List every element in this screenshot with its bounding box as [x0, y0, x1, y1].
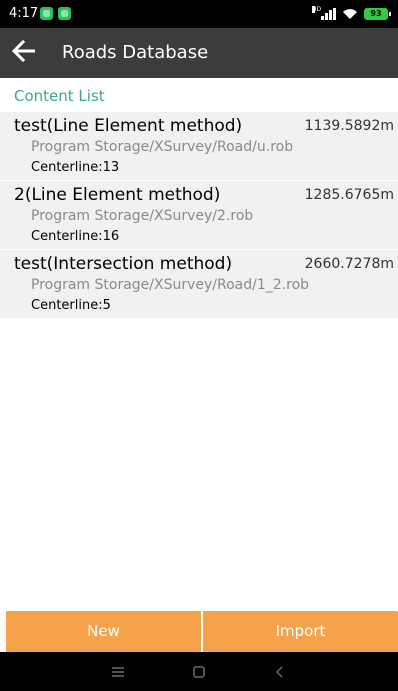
- status-bar: 4:17 HD 93: [0, 0, 398, 28]
- app-header: Roads Database: [0, 28, 398, 78]
- roads-database-screen: 4:17 HD 93 Roads Database Content List t…: [0, 0, 398, 691]
- road-length: 2660.7278m: [304, 256, 394, 272]
- road-list-item[interactable]: test(Intersection method) 2660.7278m Pro…: [0, 250, 398, 319]
- road-centerline-count: Centerline:16: [31, 229, 120, 244]
- road-list: test(Line Element method) 1139.5892m Pro…: [0, 112, 398, 319]
- road-length: 1139.5892m: [304, 118, 394, 134]
- status-indicators: HD 93: [312, 6, 391, 22]
- action-bar: New Import: [6, 611, 398, 652]
- signal-hd-label: HD: [312, 6, 322, 13]
- battery-icon: 93: [364, 8, 391, 20]
- road-centerline-count: Centerline:5: [31, 298, 111, 313]
- status-time: 4:17: [9, 6, 39, 21]
- wifi-icon: [342, 8, 358, 20]
- arrow-left-icon: [11, 39, 37, 66]
- app-notification-icon: [40, 7, 53, 20]
- page-title: Roads Database: [62, 42, 209, 63]
- road-length: 1285.6765m: [304, 187, 394, 203]
- road-list-item[interactable]: 2(Line Element method) 1285.6765m Progra…: [0, 181, 398, 250]
- road-file-path: Program Storage/XSurvey/Road/1_2.rob: [31, 277, 310, 293]
- road-name: test(Intersection method): [14, 254, 233, 274]
- import-button[interactable]: Import: [203, 611, 398, 652]
- road-centerline-count: Centerline:13: [31, 160, 120, 175]
- content-list-label: Content List: [14, 87, 105, 105]
- road-list-item[interactable]: test(Line Element method) 1139.5892m Pro…: [0, 112, 398, 181]
- road-name: 2(Line Element method): [14, 185, 221, 205]
- app-notification-icon: [58, 7, 71, 20]
- back-button[interactable]: [6, 35, 42, 71]
- cell-signal-icon: HD: [312, 6, 336, 20]
- back-chevron-icon[interactable]: [268, 660, 292, 684]
- road-file-path: Program Storage/XSurvey/Road/u.rob: [31, 139, 294, 155]
- road-name: test(Line Element method): [14, 116, 243, 136]
- home-square-icon[interactable]: [187, 660, 211, 684]
- road-file-path: Program Storage/XSurvey/2.rob: [31, 208, 254, 224]
- new-button[interactable]: New: [6, 611, 201, 652]
- system-nav-bar: [0, 652, 398, 691]
- menu-icon[interactable]: [106, 660, 130, 684]
